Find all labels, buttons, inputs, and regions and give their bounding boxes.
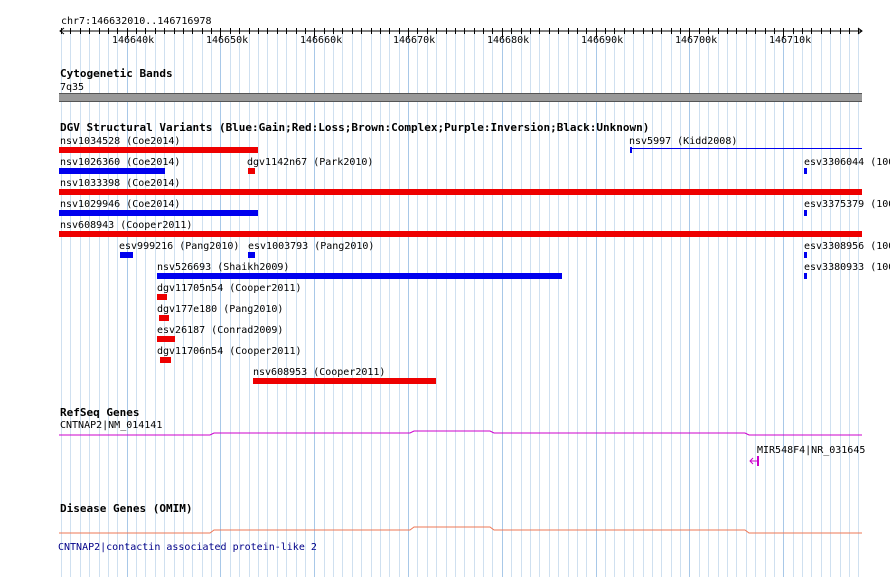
dgv-gain-bar[interactable] [804, 273, 807, 279]
omim-gene-label[interactable]: CNTNAP2|contactin associated protein-lik… [58, 542, 317, 553]
cytoband-bar[interactable] [59, 93, 862, 102]
ruler-tick-label: 146640k [112, 35, 155, 46]
dgv-feature-label: nsv1029946 (Coe2014) [60, 199, 181, 210]
ruler-tick-label: 146690k [581, 35, 624, 46]
dgv-feature-label: esv3306044 (100 [804, 157, 890, 168]
ruler-tick-label: 146700k [675, 35, 718, 46]
dgv-feature-label: esv999216 (Pang2010) [119, 241, 240, 252]
dgv-feature-label: dgv177e180 (Pang2010) [157, 304, 284, 315]
ruler-tick-label: 146660k [300, 35, 343, 46]
dgv-loss-bar[interactable] [248, 168, 255, 174]
dgv-gain-bar[interactable] [804, 252, 807, 258]
dgv-feature-label: esv26187 (Conrad2009) [157, 325, 284, 336]
dgv-feature-label: nsv1033398 (Coe2014) [60, 178, 181, 189]
dgv-gain-bar-start[interactable] [630, 147, 632, 153]
ruler-tick-label: 146650k [206, 35, 249, 46]
dgv-gain-bar[interactable] [248, 252, 255, 258]
omim-gene-line[interactable] [0, 524, 890, 536]
dgv-gain-bar[interactable] [804, 210, 807, 216]
omim-title: Disease Genes (OMIM) [60, 502, 193, 515]
dgv-feature-label: esv3380933 (100 [804, 262, 890, 273]
ruler-tick-label: 146670k [393, 35, 436, 46]
dgv-loss-bar[interactable] [59, 147, 258, 153]
dgv-loss-bar[interactable] [253, 378, 436, 384]
dgv-gain-bar[interactable] [630, 148, 862, 149]
dgv-feature-label: esv3308956 (100 [804, 241, 890, 252]
dgv-feature-label: nsv608943 (Cooper2011) [60, 220, 193, 231]
dgv-loss-bar[interactable] [59, 189, 862, 195]
refseq-gene-mir548f4[interactable] [748, 455, 762, 467]
refseq-gene-cntnap2[interactable] [0, 428, 890, 438]
dgv-feature-label: nsv5997 (Kidd2008) [629, 136, 738, 147]
dgv-feature-label: esv3375379 (100 [804, 199, 890, 210]
refseq-title: RefSeq Genes [60, 406, 140, 419]
dgv-title: DGV Structural Variants (Blue:Gain;Red:L… [60, 121, 650, 134]
dgv-gain-bar[interactable] [157, 273, 562, 279]
dgv-gain-bar[interactable] [59, 168, 165, 174]
dgv-feature-label: nsv608953 (Cooper2011) [253, 367, 386, 378]
dgv-feature-label: nsv1034528 (Coe2014) [60, 136, 181, 147]
dgv-loss-bar[interactable] [160, 357, 171, 363]
dgv-gain-bar[interactable] [120, 252, 133, 258]
cytoband-label: 7q35 [60, 82, 85, 93]
ruler-tick-label: 146680k [487, 35, 530, 46]
dgv-gain-bar[interactable] [59, 210, 258, 216]
grid-lines [61, 30, 859, 577]
dgv-feature-label: dgv1142n67 (Park2010) [247, 157, 374, 168]
dgv-loss-bar[interactable] [157, 336, 175, 342]
dgv-feature-label: nsv1026360 (Coe2014) [60, 157, 181, 168]
dgv-loss-bar[interactable] [157, 294, 167, 300]
ruler-tick-label: 146710k [769, 35, 812, 46]
dgv-feature-label: esv1003793 (Pang2010) [248, 241, 375, 252]
dgv-feature-label: nsv526693 (Shaikh2009) [157, 262, 290, 273]
dgv-gain-bar[interactable] [804, 168, 807, 174]
dgv-loss-bar[interactable] [59, 231, 862, 237]
refseq-gene-label: MIR548F4|NR_031645 [757, 445, 866, 456]
dgv-loss-bar[interactable] [159, 315, 169, 321]
cytobands-title: Cytogenetic Bands [60, 67, 173, 80]
dgv-feature-label: dgv11706n54 (Cooper2011) [157, 346, 302, 357]
dgv-feature-label: dgv11705n54 (Cooper2011) [157, 283, 302, 294]
